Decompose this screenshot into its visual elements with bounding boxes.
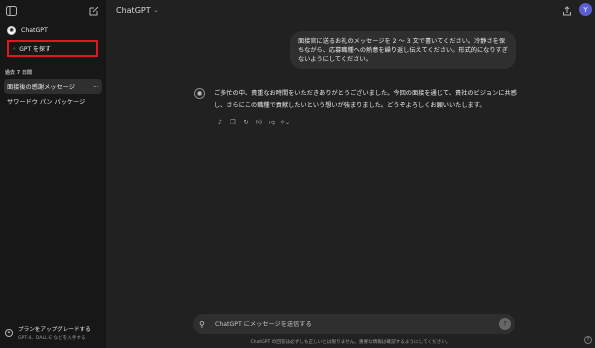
more-options-icon[interactable]: ··· xyxy=(93,83,99,91)
assistant-logo-icon: ✺ xyxy=(194,88,205,99)
sidebar-item-label: ChatGPT xyxy=(21,27,48,34)
avatar[interactable]: Y xyxy=(579,3,592,16)
disclaimer: ChatGPT の回答は必ずしも正しいとは限りません。重要な情報は確認するように… xyxy=(250,340,451,345)
user-message: 面接官に送るお礼のメッセージを 2 ～ 3 文で書いてください。冷静さを保ちなが… xyxy=(290,31,516,69)
upgrade-title: プランをアップグレードする xyxy=(18,327,91,333)
copy-icon[interactable]: ❐ xyxy=(229,118,237,126)
attach-icon[interactable]: ⚲ xyxy=(199,320,211,329)
grid-icon: ⁘ xyxy=(12,45,17,52)
new-chat-icon[interactable] xyxy=(87,4,101,18)
share-icon[interactable] xyxy=(560,4,574,18)
send-button[interactable]: ↑ xyxy=(499,318,511,330)
model-selector[interactable]: ChatGPT ⌄ xyxy=(116,4,159,16)
thumbs-up-icon[interactable]: 👍︎ xyxy=(255,118,263,126)
composer: ⚲ ↑ xyxy=(193,314,515,334)
assistant-message: ご多忙の中、貴重なお時間をいただきありがとうございました。今回の面接を通じて、貴… xyxy=(214,90,517,109)
model-label: ChatGPT xyxy=(116,5,151,15)
history-item-label: 面接後の感謝メッセージ xyxy=(7,84,75,91)
read-aloud-icon[interactable]: ♪ xyxy=(216,118,224,126)
upgrade-plan-button[interactable]: ✦ プランをアップグレードする GPT-4、DALL·E などを入手する xyxy=(5,325,101,345)
model-switch-icon[interactable]: ✧⌄ xyxy=(280,118,290,126)
history-item-label: サワードウ パン パッケージ xyxy=(7,99,86,106)
message-actions: ♪ ❐ ↻ 👍︎ 👎︎ ✧⌄ xyxy=(216,118,290,127)
sidebar: ✺ ChatGPT ⁘ GPT を探す 過去 7 日間 面接後の感謝メッセージ … xyxy=(0,0,106,348)
history-item[interactable]: 面接後の感謝メッセージ ··· xyxy=(4,79,102,94)
history-section-title: 過去 7 日間 xyxy=(5,70,32,76)
sidebar-toggle-icon[interactable] xyxy=(4,4,18,18)
thumbs-down-icon[interactable]: 👎︎ xyxy=(268,118,276,126)
regenerate-icon[interactable]: ↻ xyxy=(242,118,250,126)
help-icon[interactable]: ? xyxy=(584,336,592,344)
sidebar-item-chatgpt[interactable]: ✺ ChatGPT xyxy=(4,23,102,38)
message-input[interactable] xyxy=(215,320,499,328)
sparkle-icon: ✦ xyxy=(5,329,13,337)
main-panel: ChatGPT ⌄ Y 面接官に送るお礼のメッセージを 2 ～ 3 文で書いてく… xyxy=(106,0,595,348)
sidebar-item-label: GPT を探す xyxy=(19,46,52,53)
upgrade-subtitle: GPT-4、DALL·E などを入手する xyxy=(18,336,86,341)
chatgpt-logo-icon: ✺ xyxy=(7,26,16,35)
history-item[interactable]: サワードウ パン パッケージ xyxy=(4,94,102,109)
chevron-down-icon: ⌄ xyxy=(153,6,159,14)
sidebar-item-explore-gpts[interactable]: ⁘ GPT を探す xyxy=(7,40,98,57)
